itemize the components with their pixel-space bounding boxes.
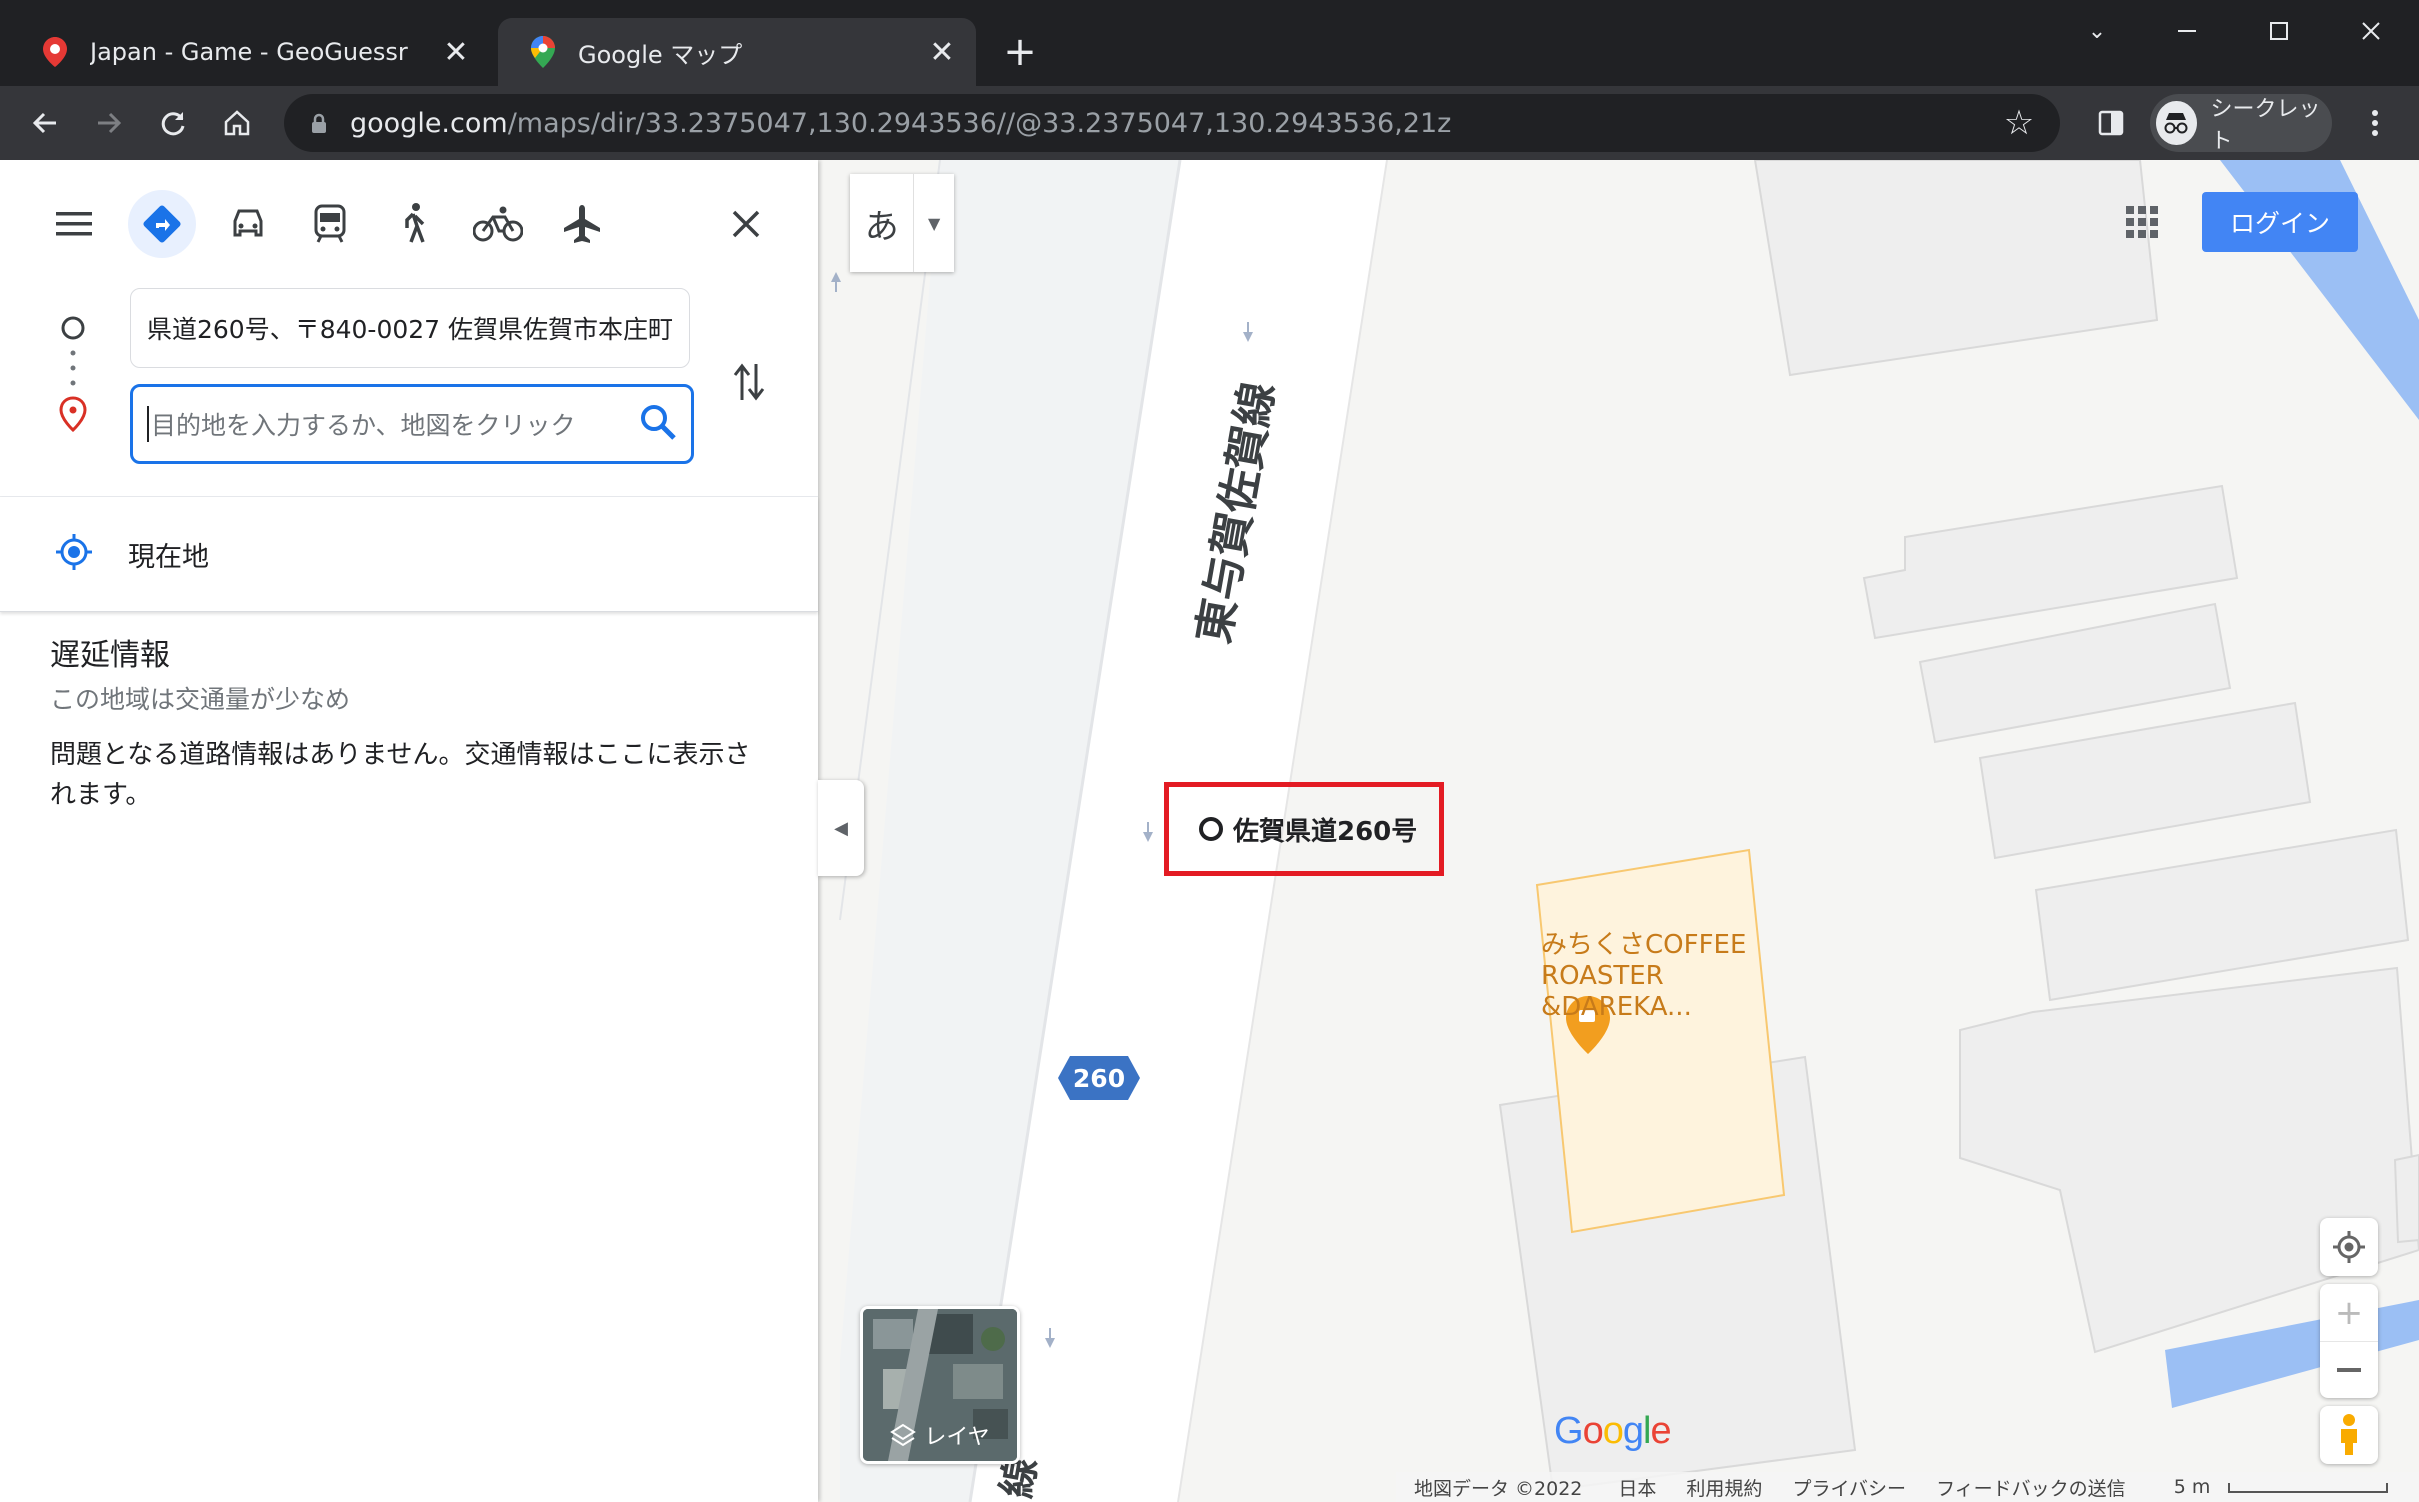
input-tools-toggle[interactable]: あ ▼ [850, 174, 954, 272]
destination-field[interactable]: 目的地を入力するか、地図をクリック [130, 384, 694, 464]
close-window-icon[interactable] [2326, 0, 2416, 62]
collapse-panel-button[interactable]: ◀ [818, 780, 864, 876]
google-logo: Google [1554, 1410, 1672, 1452]
feedback-link[interactable]: フィードバックの送信 [1936, 1474, 2126, 1501]
scale-label: 5 m [2173, 1476, 2211, 1498]
current-location-label: 現在地 [128, 541, 209, 573]
url-host: google.com [350, 107, 508, 139]
privacy-link[interactable]: プライバシー [1792, 1474, 1906, 1501]
swap-direction-icon[interactable] [724, 352, 774, 412]
terms-link[interactable]: 利用規約 [1686, 1474, 1762, 1501]
bookmark-star-icon[interactable]: ☆ [1998, 102, 2040, 144]
maximize-icon[interactable] [2234, 0, 2324, 62]
pegman-icon[interactable] [2320, 1406, 2378, 1464]
route-connector-icon [59, 316, 87, 433]
close-tab-icon[interactable]: ✕ [436, 32, 476, 72]
address-bar[interactable]: google.com/maps/dir/33.2375047,130.29435… [284, 94, 2060, 152]
search-icon[interactable] [629, 403, 677, 447]
tab-search-chevron-icon[interactable]: ⌄ [2052, 0, 2142, 62]
tab-title: Google マップ [578, 40, 743, 69]
tab-title: Japan - Game - GeoGuessr [90, 38, 408, 66]
layer-toggle[interactable]: レイヤ [860, 1306, 1020, 1464]
login-button[interactable]: ログイン [2202, 192, 2358, 252]
incognito-label: シークレット [2210, 97, 2321, 154]
google-maps-icon [528, 36, 558, 68]
destination-placeholder: 目的地を入力するか、地図をクリック [147, 406, 576, 442]
location-dot-icon [1199, 817, 1223, 841]
ime-label: あ [864, 206, 899, 247]
route-shield-number: 260 [1072, 1063, 1126, 1093]
browser-toolbar: google.com/maps/dir/33.2375047,130.29435… [0, 86, 2419, 160]
origin-value: 県道260号、〒840-0027 佐賀県佐賀市本庄町 [147, 315, 674, 344]
maps-content: 東与賀佐賀線 線 260 佐賀県道260号 みちくさCOFFEE ROASTER… [0, 160, 2419, 1502]
layer-label-row: レイヤ [863, 1419, 1017, 1451]
new-tab-plus-icon[interactable]: + [998, 29, 1042, 75]
travel-mode-bar [0, 160, 818, 284]
layer-label: レイヤ [924, 1425, 990, 1450]
traffic-section-title: 遅延情報 [50, 638, 170, 673]
map-data-credit: 地図データ ©2022 [1414, 1477, 1583, 1500]
map-footer: 地図データ ©2022 日本 利用規約 プライバシー フィードバックの送信 5 … [1396, 1472, 2419, 1502]
tab-strip: Japan - Game - GeoGuessr ✕ Google マップ ✕ … [0, 0, 2419, 86]
scale-bar [2228, 1482, 2389, 1493]
zoom-in-icon[interactable]: + [2320, 1285, 2378, 1342]
car-mode-icon[interactable] [214, 190, 282, 258]
close-tab-icon[interactable]: ✕ [922, 32, 962, 72]
back-arrow-icon[interactable] [18, 96, 72, 150]
tab-geoguessr[interactable]: Japan - Game - GeoGuessr ✕ [10, 18, 490, 86]
lock-icon[interactable] [308, 112, 330, 134]
incognito-badge[interactable]: シークレット [2150, 94, 2332, 154]
origin-field[interactable]: 県道260号、〒840-0027 佐賀県佐賀市本庄町 [130, 288, 690, 368]
close-directions-icon[interactable] [712, 190, 780, 258]
zoom-controls: + [2320, 1284, 2378, 1398]
google-apps-icon[interactable] [2124, 204, 2160, 240]
flight-mode-icon[interactable] [548, 190, 616, 258]
url-path: /maps/dir/33.2375047,130.2943536//@33.23… [507, 107, 1452, 139]
forward-arrow-icon[interactable] [82, 96, 136, 150]
browser-window: Japan - Game - GeoGuessr ✕ Google マップ ✕ … [0, 0, 2419, 1502]
best-route-mode-icon[interactable] [128, 190, 196, 258]
transit-mode-icon[interactable] [296, 190, 364, 258]
zoom-out-icon[interactable] [2320, 1342, 2378, 1398]
directions-panel: 県道260号、〒840-0027 佐賀県佐賀市本庄町 目的地を入力するか、地図を… [0, 160, 818, 1502]
walk-mode-icon[interactable] [380, 190, 448, 258]
map-pin-red-icon [40, 37, 70, 67]
home-icon[interactable] [210, 96, 264, 150]
traffic-section-subtitle: この地域は交通量が少なめ [50, 685, 351, 714]
crosshair-icon [2333, 1231, 2365, 1263]
layers-icon [890, 1423, 917, 1447]
current-location-row[interactable]: 現在地 [0, 497, 818, 612]
minimize-icon[interactable] [2142, 0, 2232, 62]
my-location-button[interactable] [2320, 1218, 2378, 1276]
bicycle-mode-icon[interactable] [464, 190, 532, 258]
hamburger-menu-icon[interactable] [40, 190, 108, 258]
scale-indicator[interactable]: 5 m [2156, 1476, 2389, 1498]
traffic-section-body: 問題となる道路情報はありません。交通情報はここに表示されます。 [50, 740, 751, 810]
kebab-menu-icon[interactable] [2348, 96, 2402, 150]
side-panel-icon[interactable] [2084, 96, 2138, 150]
url-text[interactable]: google.com/maps/dir/33.2375047,130.29435… [350, 108, 1451, 139]
selected-location-label: 佐賀県道260号 [1233, 816, 1418, 847]
my-location-icon [54, 532, 94, 576]
tab-google-maps[interactable]: Google マップ ✕ [498, 18, 976, 86]
poi-cafe-label[interactable]: みちくさCOFFEE ROASTER &DAREKA... [1541, 930, 1821, 1023]
reload-icon[interactable] [146, 96, 200, 150]
ime-dropdown-icon[interactable]: ▼ [913, 174, 954, 272]
incognito-icon [2156, 101, 2197, 145]
country-link[interactable]: 日本 [1618, 1474, 1656, 1501]
selected-location-highlight[interactable]: 佐賀県道260号 [1164, 782, 1444, 876]
